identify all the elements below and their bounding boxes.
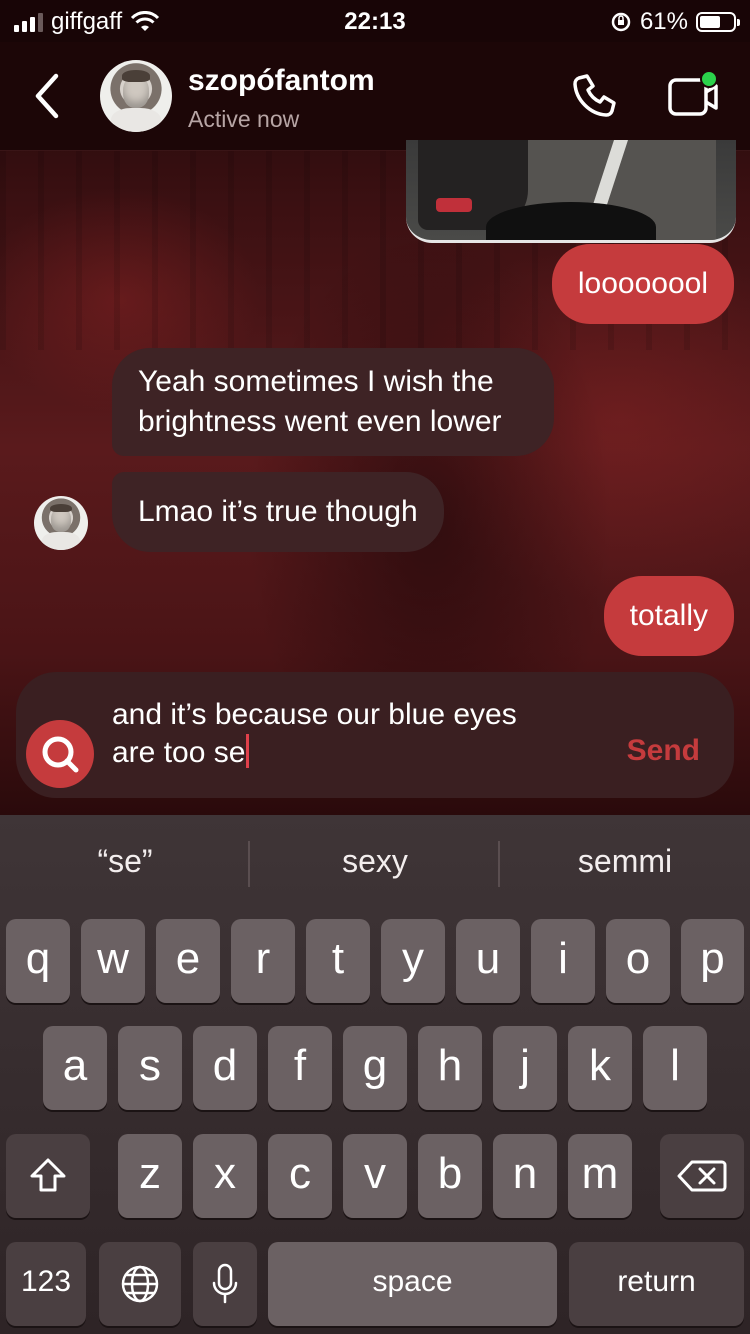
globe-key[interactable] (99, 1242, 181, 1326)
key[interactable]: y (381, 919, 445, 1003)
shift-key[interactable] (6, 1134, 90, 1218)
key[interactable]: a (43, 1026, 107, 1110)
suggestion-item[interactable]: “se” (0, 843, 250, 880)
battery-icon (696, 12, 740, 32)
search-icon (42, 736, 79, 773)
key[interactable]: e (156, 919, 220, 1003)
status-bar: giffgaff 22:13 61% (0, 0, 750, 42)
key[interactable]: c (268, 1134, 332, 1218)
chat-header: szopófantom Active now (0, 42, 750, 151)
message-bubble-received[interactable]: Yeah sometimes I wish the brightness wen… (112, 348, 554, 456)
key[interactable]: g (343, 1026, 407, 1110)
shift-icon (30, 1158, 66, 1192)
key[interactable]: h (418, 1026, 482, 1110)
key[interactable]: j (493, 1026, 557, 1110)
key[interactable]: f (268, 1026, 332, 1110)
key[interactable]: b (418, 1134, 482, 1218)
video-call-button[interactable] (664, 70, 720, 122)
key[interactable]: x (193, 1134, 257, 1218)
orientation-lock-icon (611, 12, 631, 32)
suggestion-item[interactable]: semmi (500, 843, 750, 880)
contact-name[interactable]: szopófantom (188, 64, 375, 98)
key[interactable]: z (118, 1134, 182, 1218)
numbers-key[interactable]: 123 (6, 1242, 86, 1326)
key[interactable]: p (681, 919, 744, 1003)
space-key[interactable]: space (268, 1242, 557, 1326)
key[interactable]: v (343, 1134, 407, 1218)
key[interactable]: k (568, 1026, 632, 1110)
message-input-line-1: and it’s because our blue eyes (112, 698, 517, 731)
send-button[interactable]: Send (627, 734, 700, 768)
key[interactable]: n (493, 1134, 557, 1218)
message-bubble-received[interactable]: Lmao it’s true though (112, 472, 444, 552)
keyboard: “se” sexy semmi q w e r t y u i o p a s … (0, 815, 750, 1334)
message-bubble-sent[interactable]: totally (603, 576, 734, 656)
search-button[interactable] (26, 720, 94, 788)
key[interactable]: m (568, 1134, 632, 1218)
message-input-line-2: are too se (112, 736, 246, 769)
globe-icon (121, 1265, 159, 1303)
key[interactable]: s (118, 1026, 182, 1110)
text-caret (246, 734, 250, 768)
sender-avatar[interactable] (34, 496, 88, 550)
shared-photo[interactable] (406, 140, 736, 243)
online-indicator (700, 70, 718, 88)
suggestion-bar: “se” sexy semmi (0, 815, 750, 915)
key[interactable]: u (456, 919, 520, 1003)
battery-group: 61% (610, 8, 740, 36)
key[interactable]: q (6, 919, 70, 1003)
key[interactable]: w (81, 919, 145, 1003)
key[interactable]: t (306, 919, 370, 1003)
dictation-key[interactable] (193, 1242, 257, 1326)
contact-avatar[interactable] (100, 60, 172, 132)
return-key[interactable]: return (569, 1242, 744, 1326)
key[interactable]: i (531, 919, 595, 1003)
phone-icon[interactable] (570, 72, 618, 120)
backspace-key[interactable] (660, 1134, 744, 1218)
backspace-icon (677, 1160, 727, 1192)
key[interactable]: o (606, 919, 670, 1003)
battery-percent: 61% (639, 8, 688, 35)
key[interactable]: d (193, 1026, 257, 1110)
back-chevron-icon[interactable] (28, 70, 68, 122)
contact-status: Active now (188, 106, 300, 132)
microphone-icon (212, 1263, 238, 1304)
message-composer[interactable]: and it’s because our blue eyes are too s… (16, 672, 734, 798)
message-bubble-sent[interactable]: loooooool (551, 244, 734, 324)
key[interactable]: l (643, 1026, 707, 1110)
message-input[interactable]: and it’s because our blue eyes are too s… (112, 696, 582, 772)
suggestion-item[interactable]: sexy (250, 843, 500, 880)
battery-fill (700, 16, 720, 28)
key[interactable]: r (231, 919, 295, 1003)
